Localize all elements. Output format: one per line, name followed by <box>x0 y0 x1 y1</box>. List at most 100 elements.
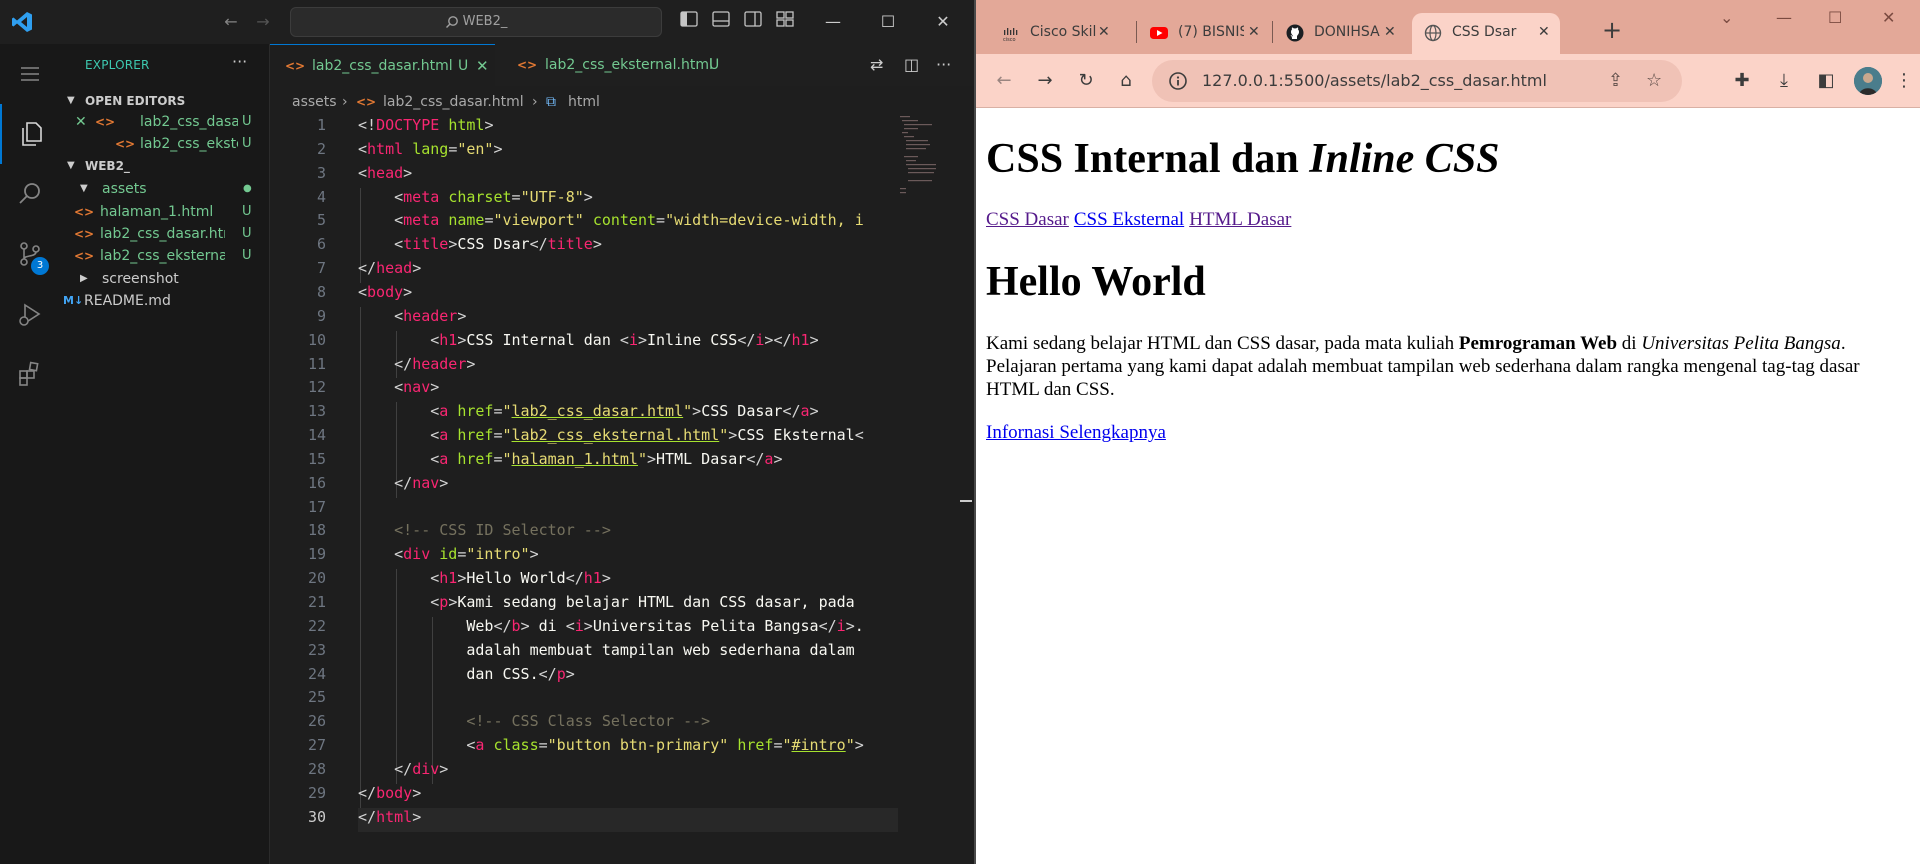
reload-icon[interactable]: ↻ <box>1072 67 1100 95</box>
line-number: 13 <box>307 402 326 421</box>
source-control-icon[interactable]: 3 <box>0 224 60 284</box>
more-info-link[interactable]: Infornasi Selengkapnya <box>986 422 1166 443</box>
download-icon[interactable]: ⤓ <box>1770 67 1798 95</box>
code-line[interactable]: </head> <box>358 259 898 277</box>
code-line[interactable]: <p>Kami sedang belajar HTML dan CSS dasa… <box>358 593 898 611</box>
minimap[interactable] <box>900 116 960 196</box>
more-actions-icon[interactable]: ··· <box>232 52 247 71</box>
search-icon[interactable] <box>0 164 60 224</box>
share-icon[interactable]: ⇪ <box>1608 70 1623 91</box>
code-line[interactable]: </header> <box>358 355 898 373</box>
code-line[interactable]: <a href="lab2_css_eksternal.html">CSS Ek… <box>358 426 898 444</box>
code-line[interactable]: adalah membuat tampilan web sederhana da… <box>358 641 898 659</box>
link-css-eksternal[interactable]: CSS Eksternal <box>1074 209 1184 230</box>
code-line[interactable]: dan CSS.</p> <box>358 665 898 683</box>
site-info-icon[interactable] <box>1168 71 1188 91</box>
code-line[interactable]: <a href="lab2_css_dasar.html">CSS Dasar<… <box>358 402 898 420</box>
forward-arrow-icon[interactable]: → <box>252 11 274 33</box>
command-center-search[interactable]: WEB2_ <box>290 7 662 37</box>
code-line[interactable]: <a href="halaman_1.html">HTML Dasar</a> <box>358 450 898 468</box>
open-editor-item[interactable]: <> lab2_css_eksternal.html U <box>60 132 269 156</box>
open-editor-item[interactable]: ✕ <> lab2_css_dasar.html U <box>60 110 269 134</box>
code-line[interactable]: <title>CSS Dsar</title> <box>358 235 898 253</box>
code-line[interactable]: </body> <box>358 784 898 802</box>
close-tab-icon[interactable]: ✕ <box>1248 13 1260 51</box>
address-bar[interactable]: 127.0.0.1:5500/assets/lab2_css_dasar.htm… <box>1152 60 1682 102</box>
code-line[interactable]: <meta charset="UTF-8"> <box>358 188 898 206</box>
code-line[interactable]: <a class="button btn-primary" href="#int… <box>358 736 898 754</box>
home-icon[interactable]: ⌂ <box>1112 67 1140 95</box>
maximize-icon[interactable]: ☐ <box>863 0 913 44</box>
close-icon[interactable]: ✕ <box>75 110 87 134</box>
browser-tab-css-dsar[interactable]: CSS Dsar ✕ <box>1412 13 1560 54</box>
toggle-sidebar-icon[interactable] <box>678 11 700 33</box>
breadcrumb-item[interactable]: html <box>568 88 600 116</box>
toggle-secondary-sidebar-icon[interactable] <box>742 11 764 33</box>
code-area[interactable]: <!DOCTYPE html> <html lang="en"> <head> <m… <box>358 116 898 864</box>
maximize-icon[interactable]: ☐ <box>1828 8 1842 27</box>
browser-tab-youtube[interactable]: (7) BISNIS ✕ <box>1138 13 1260 54</box>
close-icon[interactable]: ✕ <box>1882 8 1895 27</box>
close-tab-icon[interactable]: ✕ <box>1538 13 1550 51</box>
code-line[interactable]: </html> <box>358 808 898 826</box>
browser-tab-github[interactable]: DONIHSA ✕ <box>1274 13 1396 54</box>
code-line[interactable]: <meta name="viewport" content="width=dev… <box>358 211 898 229</box>
split-editor-icon[interactable]: ◫ <box>904 55 919 74</box>
extensions-icon[interactable] <box>0 344 60 404</box>
menu-icon[interactable] <box>0 44 60 104</box>
code-line[interactable]: </div> <box>358 760 898 778</box>
minimize-icon[interactable]: — <box>1776 8 1792 27</box>
code-line[interactable]: <header> <box>358 307 898 325</box>
chevron-down-icon: ▼ <box>80 183 88 194</box>
code-line[interactable]: Web</b> di <i>Universitas Pelita Bangsa<… <box>358 617 898 635</box>
explorer-icon[interactable] <box>0 104 60 164</box>
toggle-panel-icon[interactable] <box>710 11 732 33</box>
extensions-icon[interactable]: ✚ <box>1728 67 1756 95</box>
tab-lab2-css-eksternal[interactable]: <> lab2_css_eksternal.html U <box>495 44 730 86</box>
folder-screenshot[interactable]: ▶ screenshot <box>60 267 269 291</box>
breadcrumb-item[interactable]: lab2_css_dasar.html <box>383 88 524 116</box>
code-line[interactable]: <h1>Hello World</h1> <box>358 569 898 587</box>
compare-changes-icon[interactable]: ⇄ <box>870 55 883 74</box>
link-html-dasar[interactable]: HTML Dasar <box>1189 209 1291 230</box>
folder-assets[interactable]: ▼ assets ● <box>60 177 269 201</box>
code-line[interactable]: <html lang="en"> <box>358 140 898 158</box>
close-tab-icon[interactable]: ✕ <box>1098 13 1110 51</box>
close-icon[interactable]: ✕ <box>918 0 968 44</box>
link-css-dasar[interactable]: CSS Dasar <box>986 209 1069 230</box>
tab-lab2-css-dasar[interactable]: <> lab2_css_dasar.html U ✕ <box>270 44 495 86</box>
code-editor[interactable]: 1 2 3 4 5 6 7 8 9 10 11 12 13 14 15 16 17 18 19 20 21 22 23 24 2… <box>270 116 974 864</box>
minimize-icon[interactable]: — <box>808 0 858 44</box>
close-tab-icon[interactable]: ✕ <box>476 45 489 87</box>
code-line[interactable]: <!DOCTYPE html> <box>358 116 898 134</box>
code-line[interactable]: </nav> <box>358 474 898 492</box>
file-item[interactable]: <> lab2_css_dasar.html U <box>60 222 269 246</box>
tab-search-icon[interactable]: ⌄ <box>1720 8 1733 27</box>
back-arrow-icon[interactable]: ← <box>990 67 1018 95</box>
code-line[interactable]: <body> <box>358 283 898 301</box>
breadcrumb-item[interactable]: assets <box>292 88 337 116</box>
file-item[interactable]: <> halaman_1.html U <box>60 200 269 224</box>
back-arrow-icon[interactable]: ← <box>220 11 242 33</box>
browser-tab-cisco[interactable]: cisco Cisco Skill ✕ <box>990 13 1110 54</box>
code-line[interactable]: <!-- CSS Class Selector --> <box>358 712 898 730</box>
code-line[interactable]: <!-- CSS ID Selector --> <box>358 521 898 539</box>
close-tab-icon[interactable]: ✕ <box>1384 13 1396 51</box>
profile-avatar[interactable] <box>1854 67 1882 95</box>
forward-arrow-icon[interactable]: → <box>1031 67 1059 95</box>
new-tab-button[interactable]: + <box>1602 16 1622 44</box>
customize-layout-icon[interactable] <box>774 11 796 33</box>
more-actions-icon[interactable]: ··· <box>936 55 951 74</box>
file-item[interactable]: <> lab2_css_eksternal.html U <box>60 244 269 268</box>
code-line[interactable]: <h1>CSS Internal dan <i>Inline CSS</i></… <box>358 331 898 349</box>
code-line[interactable]: <nav> <box>358 378 898 396</box>
code-line[interactable]: <head> <box>358 164 898 182</box>
bookmark-star-icon[interactable]: ☆ <box>1646 70 1662 91</box>
code-line[interactable]: <div id="intro"> <box>358 545 898 563</box>
workspace-section[interactable]: ▼ WEB2_ <box>60 154 269 178</box>
chrome-menu-icon[interactable]: ⋮ <box>1894 67 1914 95</box>
side-panel-icon[interactable]: ◧ <box>1812 67 1840 95</box>
run-debug-icon[interactable] <box>0 284 60 344</box>
file-readme[interactable]: M↓ README.md <box>60 289 269 313</box>
scrollbar[interactable] <box>960 500 972 502</box>
